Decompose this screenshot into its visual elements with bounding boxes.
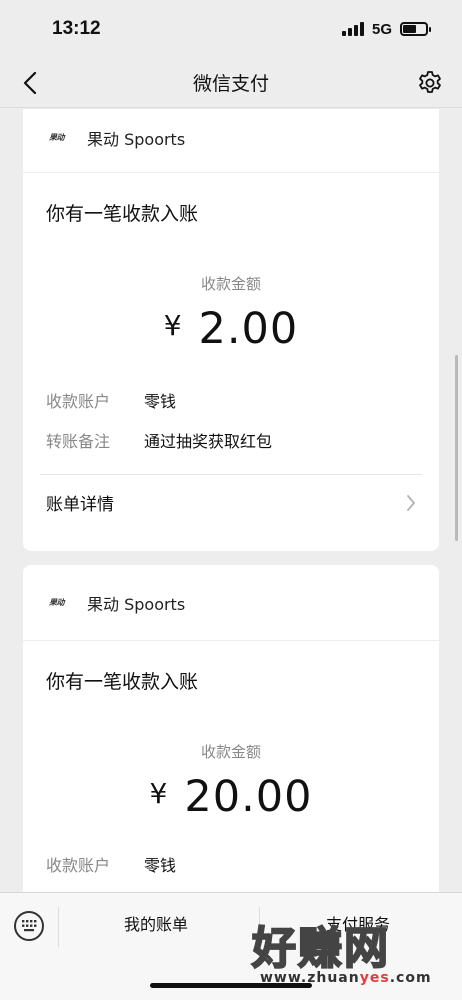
payment-card: 果动 果动 Spoorts 你有一笔收款入账 收款金额 ¥20.00 收款账户 … xyxy=(23,565,439,892)
amount-number: 2.00 xyxy=(198,304,299,354)
info-key: 转账备注 xyxy=(46,432,111,451)
info-row: 转账备注 通过抽奖获取红包 xyxy=(23,420,439,460)
menu-my-bills[interactable]: 我的账单 xyxy=(124,911,188,935)
info-row: 收款账户 零钱 xyxy=(23,380,439,420)
payment-card: 果动 果动 Spoorts 你有一笔收款入账 收款金额 ¥2.00 收款账户 零… xyxy=(23,109,439,551)
back-arrow-icon[interactable] xyxy=(14,67,46,99)
status-time: 13:12 xyxy=(52,18,101,39)
scrollbar[interactable] xyxy=(455,355,458,541)
home-indicator xyxy=(150,983,312,988)
brand-logo: 果动 xyxy=(49,598,65,607)
info-key: 收款账户 xyxy=(46,856,111,875)
notice-title: 你有一笔收款入账 xyxy=(46,203,199,225)
page-title: 微信支付 xyxy=(192,73,269,95)
message-list[interactable]: 果动 果动 Spoorts 你有一笔收款入账 收款金额 ¥2.00 收款账户 零… xyxy=(0,109,462,892)
chevron-right-icon xyxy=(407,494,415,511)
info-value: 零钱 xyxy=(144,856,177,875)
currency-symbol: ¥ xyxy=(163,309,183,342)
gear-icon[interactable] xyxy=(414,67,446,99)
divider xyxy=(58,907,59,947)
bill-detail-link[interactable]: 账单详情 xyxy=(40,474,422,530)
info-value: 零钱 xyxy=(144,392,177,411)
battery-icon xyxy=(400,22,431,36)
amount-label: 收款金额 xyxy=(200,275,261,293)
currency-symbol: ¥ xyxy=(149,777,169,810)
watermark-logo: 好赚网 xyxy=(251,922,390,975)
info-key: 收款账户 xyxy=(46,392,111,411)
amount-value: ¥2.00 xyxy=(23,304,439,354)
amount-label: 收款金额 xyxy=(200,743,261,761)
bill-detail-label: 账单详情 xyxy=(46,495,114,515)
amount-value: ¥20.00 xyxy=(23,772,439,822)
info-value: 通过抽奖获取红包 xyxy=(144,432,273,451)
keyboard-icon[interactable] xyxy=(14,911,44,941)
card-header: 果动 果动 Spoorts xyxy=(23,565,439,641)
network-type: 5G xyxy=(371,20,392,38)
status-indicators: 5G xyxy=(341,20,431,38)
brand-logo: 果动 xyxy=(49,133,65,142)
watermark: 好赚网 www.zhuanyes.com xyxy=(251,912,452,992)
brand-name: 果动 Spoorts xyxy=(87,594,186,614)
nav-bar: 微信支付 xyxy=(0,58,462,108)
brand-name: 果动 Spoorts xyxy=(87,129,186,149)
status-bar: 13:12 5G xyxy=(0,0,462,58)
amount-number: 20.00 xyxy=(184,772,313,822)
notice-title: 你有一笔收款入账 xyxy=(46,671,199,693)
card-header: 果动 果动 Spoorts xyxy=(23,109,439,173)
signal-icon xyxy=(341,22,364,36)
info-row: 收款账户 零钱 xyxy=(23,844,439,884)
